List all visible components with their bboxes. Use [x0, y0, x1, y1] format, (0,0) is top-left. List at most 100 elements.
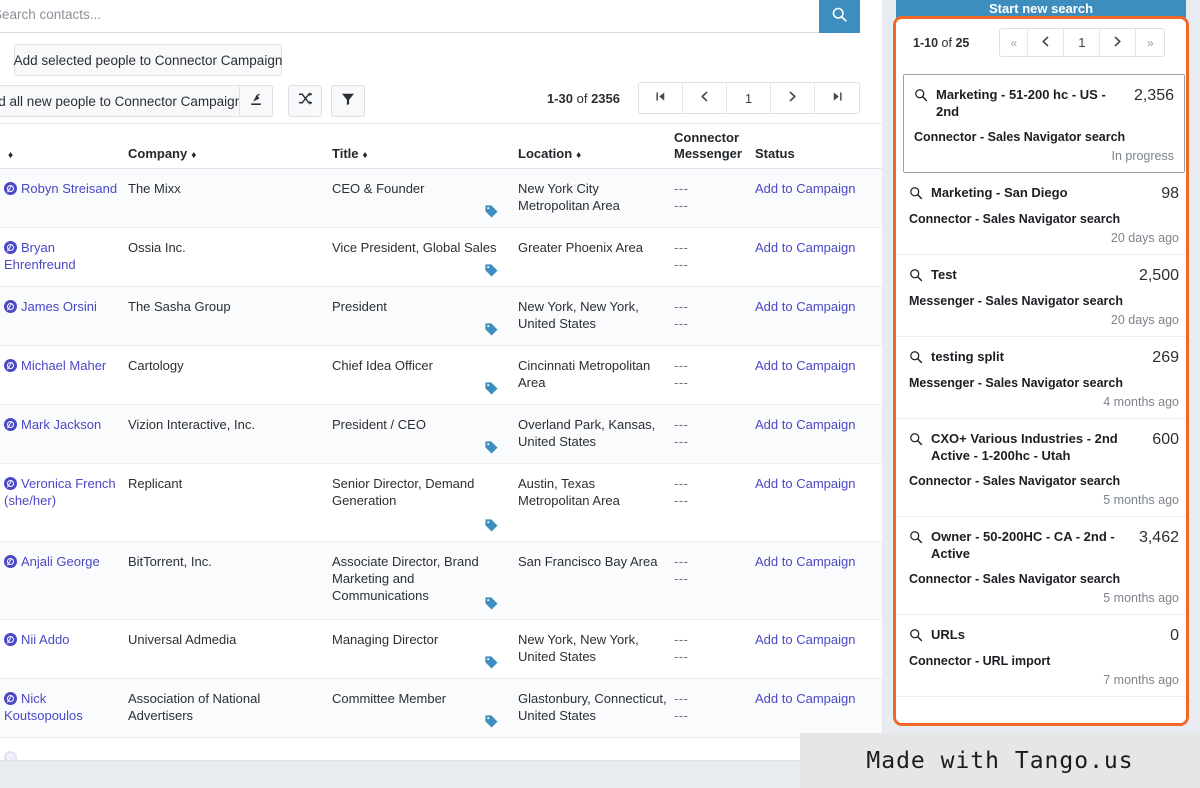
saved-search-item[interactable]: Marketing - 51-200 hc - US - 2nd 2,356 Con… — [903, 74, 1185, 173]
panel-prev-page-button[interactable] — [1028, 29, 1065, 56]
add-all-new-people-button[interactable]: Add all new people to Connector Campaign — [0, 85, 256, 117]
export-button[interactable] — [239, 85, 273, 117]
panel-pagination-range: 1-10 — [913, 35, 939, 50]
add-to-campaign-link[interactable]: Add to Campaign — [755, 180, 855, 197]
first-page-icon — [654, 90, 667, 106]
saved-search-source: Connector - Sales Navigator search — [909, 572, 1121, 586]
contact-name-link[interactable]: Michael Maher — [4, 357, 122, 374]
tag-icon[interactable] — [484, 518, 499, 537]
panel-current-page-number[interactable]: 1 — [1064, 29, 1101, 56]
contact-name-link[interactable]: Anjali George — [4, 553, 122, 570]
saved-search-item[interactable]: Owner - 50-200HC - CA - 2nd - Active 3,46… — [896, 517, 1186, 615]
column-header-name[interactable]: ♦ — [4, 146, 13, 161]
saved-search-source: Connector - Sales Navigator search — [914, 130, 1126, 144]
saved-search-title: testing split — [931, 349, 1004, 364]
saved-search-item[interactable]: Test 2,500 Messenger - Sales Navigator sea… — [896, 255, 1186, 337]
tag-icon[interactable] — [484, 263, 499, 282]
contact-name-link[interactable]: James Orsini — [4, 298, 122, 315]
add-to-campaign-link[interactable]: Add to Campaign — [755, 553, 855, 570]
contact-messenger-value: --- — [674, 375, 689, 390]
table-row[interactable]: Robyn Streisand The Mixx CEO & Founder New … — [0, 169, 882, 228]
tag-icon[interactable] — [484, 381, 499, 400]
filter-icon — [340, 91, 356, 112]
table-row[interactable]: Bryan Ehrenfreund Ossia Inc. Vice Presiden… — [0, 228, 882, 287]
table-row[interactable]: Veronica French (she/her) Replicant Senior… — [0, 464, 882, 542]
add-to-campaign-link[interactable]: Add to Campaign — [755, 631, 855, 648]
saved-search-header: Owner - 50-200HC - CA - 2nd - Active 3,46… — [909, 528, 1179, 562]
magnifier-icon — [909, 530, 923, 549]
column-header-title[interactable]: Title ♦ — [332, 146, 368, 161]
current-page-number[interactable]: 1 — [727, 83, 771, 113]
tag-icon[interactable] — [484, 440, 499, 459]
contact-name-link[interactable]: Nii Addo — [4, 631, 122, 648]
contacts-table-body: Robyn Streisand The Mixx CEO & Founder New … — [0, 169, 882, 788]
contact-messenger-value: --- — [674, 198, 689, 213]
contact-title: Chief Idea Officer — [332, 358, 433, 373]
add-to-campaign-link[interactable]: Add to Campaign — [755, 239, 855, 256]
add-to-campaign-link[interactable]: Add to Campaign — [755, 475, 855, 492]
panel-last-page-button[interactable]: » — [1136, 29, 1165, 56]
table-row[interactable]: Mark Jackson Vizion Interactive, Inc. Pres… — [0, 405, 882, 464]
saved-search-source: Connector - Sales Navigator search — [909, 212, 1121, 226]
panel-next-page-button[interactable] — [1100, 29, 1137, 56]
contact-avatar-icon — [4, 300, 17, 313]
tag-icon[interactable] — [484, 655, 499, 674]
main-pagination-range: 1-30 — [546, 90, 573, 106]
tag-icon[interactable] — [484, 714, 499, 733]
magnifier-icon — [914, 88, 928, 107]
tag-icon[interactable] — [484, 204, 499, 223]
magnifier-icon — [909, 186, 923, 205]
first-page-button[interactable] — [639, 83, 683, 113]
contact-name-label: James Orsini — [21, 299, 97, 314]
saved-search-item[interactable]: Marketing - San Diego 98 Connector - Sales… — [896, 173, 1186, 255]
contact-name-link[interactable]: Veronica French (she/her) — [4, 475, 122, 509]
saved-search-source: Connector - URL import — [909, 654, 1051, 668]
saved-search-count: 2,500 — [1138, 267, 1179, 284]
contact-name-link[interactable]: Bryan Ehrenfreund — [4, 239, 122, 273]
add-selected-people-button[interactable]: Add selected people to Connector Campaig… — [14, 44, 282, 76]
contacts-toolbar: Add selected people to Connector Campaig… — [0, 38, 882, 140]
next-page-button[interactable] — [771, 83, 815, 113]
column-header-location[interactable]: Location ♦ — [518, 146, 581, 161]
contact-search-bar: Search contacts... — [0, 0, 860, 33]
contact-company: Cartology — [128, 358, 184, 373]
prev-page-button[interactable] — [683, 83, 727, 113]
add-to-campaign-link[interactable]: Add to Campaign — [755, 357, 855, 374]
saved-search-item[interactable]: CXO+ Various Industries - 2nd Active - 1… — [896, 419, 1186, 517]
contact-name-link[interactable]: Nick Koutsopoulos — [4, 690, 122, 724]
panel-pagination-count: 1-10 of 25 — [913, 36, 969, 50]
saved-search-item[interactable]: testing split 269 Messenger - Sales Naviga… — [896, 337, 1186, 419]
last-page-icon — [831, 90, 844, 106]
panel-pagination-total: 25 — [955, 35, 970, 50]
contact-name-link[interactable]: Robyn Streisand — [4, 180, 122, 197]
table-row[interactable]: Nick Koutsopoulos Association of National… — [0, 679, 882, 738]
shuffle-button[interactable] — [288, 85, 322, 117]
search-submit-button[interactable] — [819, 0, 860, 33]
add-to-campaign-link[interactable]: Add to Campaign — [755, 416, 855, 433]
table-row[interactable]: Anjali George BitTorrent, Inc. Associate D… — [0, 542, 882, 620]
add-to-campaign-link[interactable]: Add to Campaign — [755, 298, 855, 315]
saved-searches-card: 1-10 of 25 « 1 » Marketing - 51-200 hc -… — [893, 16, 1189, 726]
contact-name-link[interactable]: Mark Jackson — [4, 416, 122, 433]
filter-button[interactable] — [331, 85, 365, 117]
contact-connector-value: --- — [674, 476, 689, 491]
sort-icon-location: ♦ — [576, 150, 582, 161]
add-to-campaign-link[interactable]: Add to Campaign — [755, 690, 855, 707]
table-row[interactable]: James Orsini The Sasha Group President New … — [0, 287, 882, 346]
saved-search-item[interactable]: URLs 0 Connector - URL import 7 months ago — [896, 615, 1186, 697]
panel-first-page-button[interactable]: « — [1000, 29, 1029, 56]
last-page-button[interactable] — [815, 83, 859, 113]
saved-search-source: Messenger - Sales Navigator search — [909, 376, 1123, 390]
tag-icon[interactable] — [484, 596, 499, 615]
contact-connector-value: --- — [674, 417, 689, 432]
saved-search-meta: 7 months ago — [1103, 673, 1179, 687]
table-row[interactable]: Michael Maher Cartology Chief Idea Officer… — [0, 346, 882, 405]
column-header-company[interactable]: Company ♦ — [128, 146, 196, 161]
sort-icon-name: ♦ — [8, 150, 14, 161]
saved-search-count: 98 — [1161, 185, 1179, 202]
contact-connector-value: --- — [674, 554, 689, 569]
tag-icon[interactable] — [484, 322, 499, 341]
column-header-connector: Connector — [674, 130, 739, 145]
table-row[interactable]: Nii Addo Universal Admedia Managing Direct… — [0, 620, 882, 679]
search-input[interactable]: Search contacts... — [0, 0, 819, 33]
